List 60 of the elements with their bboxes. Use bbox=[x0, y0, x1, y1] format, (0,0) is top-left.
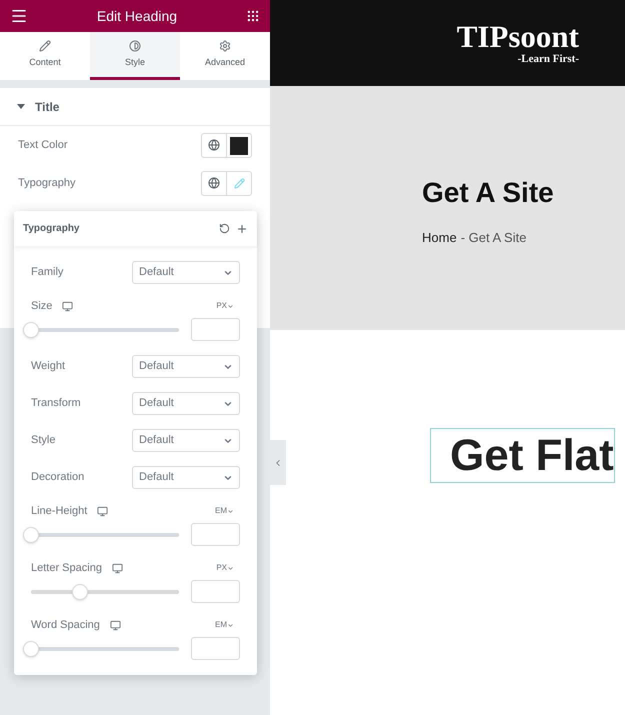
globe-icon bbox=[208, 139, 220, 151]
caret-icon bbox=[227, 508, 234, 514]
control-label: Text Color bbox=[18, 138, 68, 153]
select-field[interactable]: Default bbox=[132, 261, 240, 284]
slider-thumb[interactable] bbox=[23, 322, 39, 338]
control-label: Weight bbox=[31, 359, 66, 374]
control-label: Decoration bbox=[31, 470, 84, 486]
caret-icon bbox=[17, 104, 25, 109]
number-field[interactable] bbox=[191, 637, 240, 660]
number-field[interactable] bbox=[191, 580, 240, 604]
select-field[interactable]: Default bbox=[132, 429, 240, 452]
control-label: Style bbox=[31, 433, 56, 448]
control-label: Family bbox=[31, 265, 64, 280]
collapse-handle[interactable] bbox=[270, 440, 286, 485]
control-label: Transform bbox=[31, 396, 81, 412]
heading-element[interactable]: Get Flat bbox=[430, 428, 615, 483]
menu-icon[interactable] bbox=[10, 7, 28, 25]
reset-icon[interactable] bbox=[219, 222, 230, 234]
desktop-icon[interactable] bbox=[110, 620, 121, 630]
globe-icon bbox=[208, 177, 220, 189]
select-field[interactable]: Default bbox=[132, 355, 240, 378]
desktop-icon[interactable] bbox=[112, 562, 123, 574]
desktop-icon[interactable] bbox=[97, 506, 108, 516]
slider-thumb[interactable] bbox=[23, 526, 39, 543]
control-label: Typography bbox=[18, 176, 76, 191]
control-label: Line-Height bbox=[31, 504, 88, 519]
control-label: Size bbox=[31, 298, 52, 314]
popover-title: Typography bbox=[23, 222, 80, 236]
color-swatch[interactable] bbox=[230, 136, 248, 154]
pencil-icon bbox=[234, 178, 244, 188]
hero-title: Get A Site bbox=[422, 176, 555, 210]
unit-selector[interactable]: PX bbox=[216, 300, 240, 312]
unit-selector[interactable]: EM bbox=[215, 619, 240, 631]
unit-selector[interactable]: EM bbox=[215, 505, 240, 517]
control-label: Word Spacing bbox=[31, 618, 100, 633]
panel-title: Edit Heading bbox=[96, 6, 178, 26]
site-logo[interactable]: TIPsoont bbox=[456, 21, 579, 53]
breadcrumb-current: - Get A Site bbox=[460, 229, 526, 247]
panel-tab[interactable]: Style bbox=[90, 32, 180, 80]
number-field[interactable] bbox=[191, 523, 240, 546]
panel-tab[interactable]: Advanced bbox=[180, 32, 270, 80]
plus-icon[interactable] bbox=[236, 222, 248, 234]
breadcrumb-link[interactable]: Home bbox=[422, 228, 457, 248]
contrast-icon bbox=[129, 40, 141, 52]
select-field[interactable]: Default bbox=[132, 392, 240, 415]
caret-icon bbox=[227, 564, 234, 572]
site-tagline: -Learn First- bbox=[518, 53, 579, 65]
number-field[interactable] bbox=[191, 318, 240, 342]
slider-thumb[interactable] bbox=[23, 640, 39, 657]
caret-icon bbox=[227, 302, 234, 310]
unit-selector[interactable]: PX bbox=[216, 562, 240, 574]
caret-icon bbox=[227, 622, 234, 628]
control-label: Letter Spacing bbox=[31, 560, 102, 576]
panel-tab[interactable]: Content bbox=[0, 32, 90, 80]
gear-icon bbox=[219, 40, 231, 52]
slider-thumb[interactable] bbox=[72, 584, 88, 600]
grid-icon[interactable] bbox=[246, 9, 260, 23]
desktop-icon[interactable] bbox=[62, 300, 74, 312]
pencil-icon bbox=[39, 40, 51, 52]
select-field[interactable]: Default bbox=[132, 466, 240, 489]
